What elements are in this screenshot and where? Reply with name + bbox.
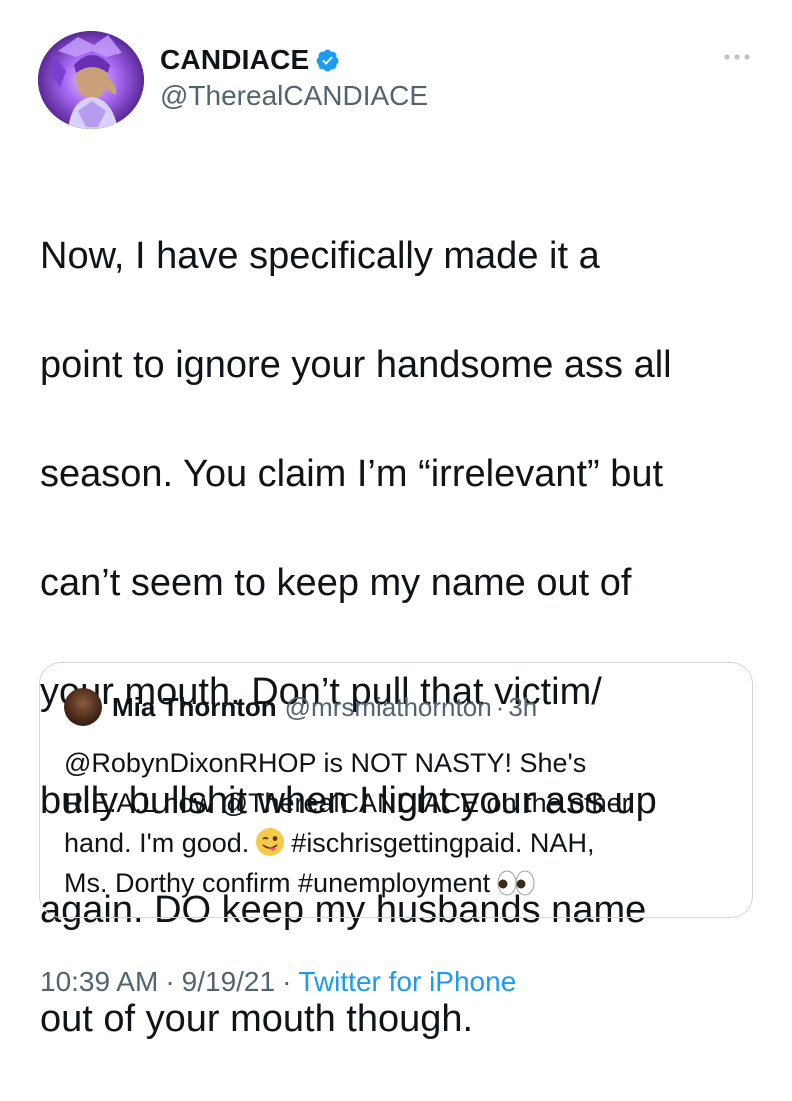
tweet-text-line: point to ignore your handsome ass all bbox=[40, 343, 672, 386]
footer-separator: · bbox=[282, 966, 292, 997]
quoted-text-line: hand. I'm good. #ischrisgettingpaid. NAH… bbox=[64, 823, 734, 863]
quoted-text-segment: #ischrisgettingpaid. NAH, bbox=[291, 828, 595, 858]
quoted-separator: · bbox=[495, 691, 505, 722]
author-name-row[interactable]: CANDIACE bbox=[160, 44, 340, 76]
quoted-text-line: R.E.A.L now @TherealCANDIACE on the othe… bbox=[64, 788, 631, 818]
tweet-source-link[interactable]: Twitter for iPhone bbox=[298, 966, 516, 997]
tweet-footer: 10:39 AM · 9/19/21 · Twitter for iPhone bbox=[40, 966, 516, 998]
author-name[interactable]: CANDIACE bbox=[160, 44, 309, 76]
tweet-text-line: season. You claim I’m “irrelevant” but bbox=[40, 452, 664, 495]
tweet-time[interactable]: 10:39 AM bbox=[40, 966, 158, 997]
quoted-author-handle[interactable]: @mrsmiathornton bbox=[285, 692, 492, 723]
author-handle[interactable]: @TherealCANDIACE bbox=[160, 80, 428, 112]
tweet-text-line: Now, I have specifically made it a bbox=[40, 234, 600, 277]
quoted-author-avatar[interactable] bbox=[64, 688, 102, 726]
quoted-timestamp[interactable]: 3h bbox=[508, 692, 537, 723]
quoted-text-segment: hand. I'm good. bbox=[64, 828, 250, 858]
quoted-author-name[interactable]: Mia Thornton bbox=[112, 692, 277, 723]
tweet-date[interactable]: 9/19/21 bbox=[182, 966, 275, 997]
quoted-tweet-text: @RobynDixonRHOP is NOT NASTY! She's R.E.… bbox=[64, 743, 734, 903]
quoted-tweet-card[interactable]: Mia Thornton @mrsmiathornton · 3h @Robyn… bbox=[39, 662, 753, 918]
quoted-text-segment: Ms. Dorthy confirm #unemployment bbox=[64, 868, 491, 898]
author-avatar-image bbox=[38, 31, 144, 129]
eyes-icon bbox=[497, 870, 535, 896]
verified-badge-icon bbox=[316, 49, 339, 71]
tweet-text: Now, I have specifically made it a point… bbox=[40, 174, 760, 1101]
quoted-tweet-header: Mia Thornton @mrsmiathornton · 3h bbox=[64, 687, 537, 727]
quoted-text-line: Ms. Dorthy confirm #unemployment bbox=[64, 863, 734, 903]
author-avatar[interactable] bbox=[38, 31, 144, 129]
quoted-text-line: @RobynDixonRHOP is NOT NASTY! She's bbox=[64, 748, 587, 778]
winking-tongue-face-icon bbox=[256, 828, 285, 856]
tweet-text-line: can’t seem to keep my name out of bbox=[40, 561, 632, 604]
tweet: CANDIACE @TherealCANDIACE Now, I have sp… bbox=[0, 0, 792, 1040]
tweet-text-line: out of your mouth though. bbox=[40, 997, 474, 1040]
more-options-icon[interactable] bbox=[722, 50, 752, 64]
footer-separator: · bbox=[165, 966, 175, 997]
